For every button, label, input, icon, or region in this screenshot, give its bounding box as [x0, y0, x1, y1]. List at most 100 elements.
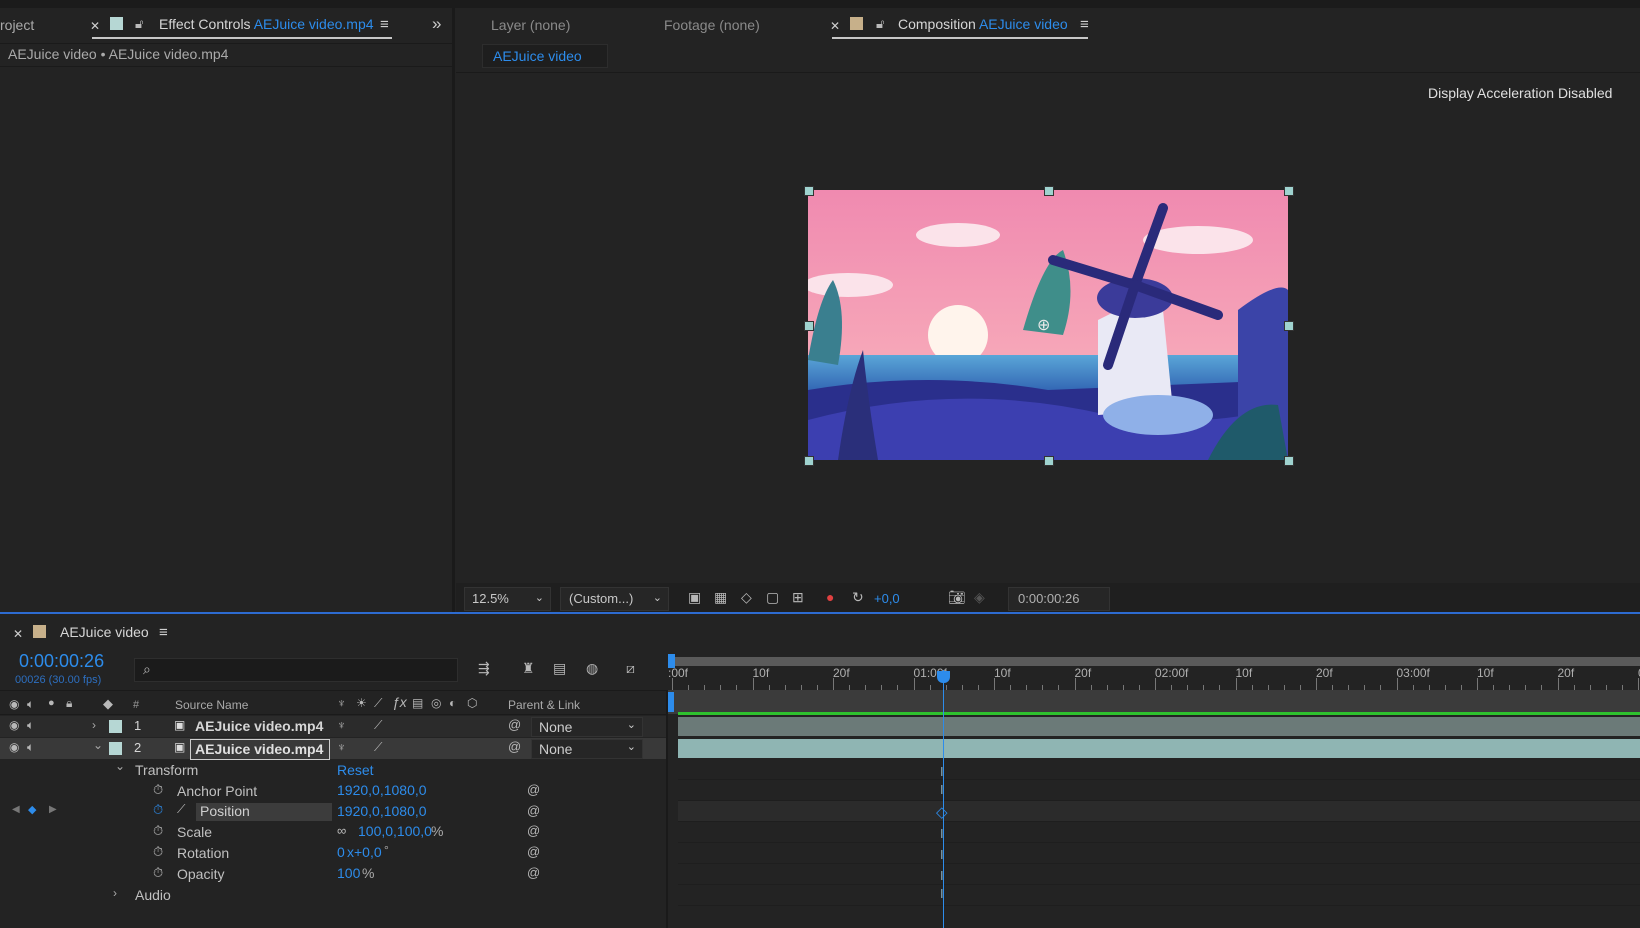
- stopwatch-icon[interactable]: ⏱︎: [153, 865, 163, 881]
- current-time-display[interactable]: 0:00:00:26: [19, 651, 104, 672]
- time-ruler[interactable]: :00f 10f 20f 01:00f 10f 20f 02:00f 10f 20f 03:00f…: [668, 666, 1640, 690]
- grid-guides-icon[interactable]: ⊞: [792, 589, 804, 606]
- reset-exposure-icon[interactable]: ↻: [852, 589, 864, 606]
- transform-handle[interactable]: [1284, 456, 1294, 466]
- close-icon[interactable]: ✕: [830, 19, 840, 33]
- mask-visibility-icon[interactable]: ◇: [741, 589, 752, 606]
- expression-pickwhip-icon[interactable]: @: [527, 865, 540, 880]
- expression-pickwhip-icon[interactable]: @: [527, 803, 540, 818]
- quality-icon[interactable]: ⟋: [374, 696, 382, 711]
- next-keyframe-icon[interactable]: ▶: [49, 804, 57, 815]
- stopwatch-active-icon[interactable]: ⏱︎: [153, 802, 163, 818]
- expression-pickwhip-icon[interactable]: @: [527, 782, 540, 797]
- graph-editor-icon[interactable]: ⧄: [626, 660, 635, 677]
- current-time-field[interactable]: 0:00:00:26: [1008, 587, 1110, 611]
- transform-reset-link[interactable]: Reset: [337, 762, 374, 778]
- label-color-swatch[interactable]: [109, 742, 122, 755]
- zoom-dropdown[interactable]: 12.5% ⌄: [464, 587, 551, 611]
- graph-icon[interactable]: ⟋: [177, 802, 185, 817]
- pick-whip-icon[interactable]: @: [508, 717, 521, 732]
- region-of-interest-icon[interactable]: ▢: [766, 589, 779, 606]
- close-icon[interactable]: ✕: [90, 19, 100, 33]
- anchor-point-value[interactable]: 1920,0,1080,0: [337, 782, 427, 798]
- position-value[interactable]: 1920,0,1080,0: [337, 803, 427, 819]
- frame-blending-icon[interactable]: ▤: [553, 660, 566, 677]
- prev-keyframe-icon[interactable]: ◀: [12, 804, 20, 815]
- transform-handle[interactable]: [1044, 186, 1054, 196]
- 3d-layer-icon[interactable]: ⬡: [467, 696, 477, 710]
- navigator-start[interactable]: [668, 692, 674, 712]
- quality-switch-icon[interactable]: ⟋: [374, 718, 382, 733]
- panel-menu-icon[interactable]: ≡: [1080, 16, 1089, 33]
- pick-whip-icon[interactable]: @: [508, 739, 521, 754]
- more-panels-icon[interactable]: »: [432, 14, 441, 34]
- constrain-proportions-icon[interactable]: ∞: [337, 823, 346, 838]
- audio-group-label[interactable]: Audio: [135, 887, 171, 903]
- tab-project[interactable]: roject: [0, 17, 34, 33]
- parent-dropdown[interactable]: None ⌄: [531, 717, 643, 737]
- lock-icon[interactable]: 🔓︎: [135, 16, 143, 32]
- transform-handle[interactable]: [804, 186, 814, 196]
- show-snapshot-icon[interactable]: ◈: [974, 589, 985, 606]
- position-keyframe-icon[interactable]: ◇: [936, 803, 948, 821]
- chevron-right-icon[interactable]: ›: [113, 886, 117, 900]
- speaker-icon[interactable]: 🔈︎: [27, 697, 34, 712]
- draft-3d-icon[interactable]: ♜: [522, 660, 535, 677]
- column-source-name-header[interactable]: Source Name: [175, 698, 248, 712]
- scale-value[interactable]: 100,0,100,0: [358, 823, 432, 839]
- add-keyframe-icon[interactable]: ◆: [28, 803, 36, 816]
- rotation-revolutions[interactable]: 0: [337, 844, 345, 860]
- label-tag-icon[interactable]: ◆: [103, 696, 113, 712]
- transform-handle[interactable]: [1284, 321, 1294, 331]
- tab-timeline-comp[interactable]: AEJuice video: [60, 624, 149, 640]
- rotation-degrees[interactable]: x+0,0: [347, 844, 382, 860]
- transform-handle[interactable]: [804, 456, 814, 466]
- shy-switch-icon[interactable]: ♆: [337, 740, 346, 754]
- lock-column-icon[interactable]: 🔒︎: [66, 696, 72, 711]
- lock-icon[interactable]: 🔓︎: [876, 16, 884, 32]
- composition-mini-flowchart-icon[interactable]: ⇶: [478, 660, 490, 677]
- frame-blend-column-icon[interactable]: ▤: [412, 696, 423, 710]
- parent-dropdown[interactable]: None ⌄: [531, 739, 643, 759]
- layer-2-duration-bar[interactable]: [678, 739, 1640, 758]
- transparency-grid-icon[interactable]: ▦: [714, 589, 727, 606]
- transform-handle[interactable]: [1044, 456, 1054, 466]
- expression-pickwhip-icon[interactable]: @: [527, 844, 540, 859]
- stopwatch-icon[interactable]: ⏱︎: [153, 823, 163, 839]
- close-icon[interactable]: ✕: [13, 627, 23, 641]
- speaker-icon[interactable]: 🔈︎: [27, 740, 34, 755]
- opacity-value[interactable]: 100: [337, 865, 360, 881]
- layer-1-duration-bar[interactable]: [678, 717, 1640, 736]
- layer-search-input[interactable]: ⌕: [134, 658, 458, 682]
- fx-icon[interactable]: ƒx: [392, 694, 407, 710]
- chevron-down-icon[interactable]: ⌄: [93, 738, 103, 752]
- transform-handle[interactable]: [804, 321, 814, 331]
- eye-icon[interactable]: ◉: [9, 718, 19, 732]
- composition-frame[interactable]: ⊕: [803, 186, 1294, 466]
- anchor-point-icon[interactable]: ⊕: [1037, 315, 1050, 335]
- channels-icon[interactable]: ●: [826, 589, 834, 605]
- fast-previews-icon[interactable]: ▣: [688, 589, 701, 606]
- speaker-icon[interactable]: 🔈︎: [27, 718, 34, 733]
- quality-switch-icon[interactable]: ⟋: [374, 740, 382, 755]
- eye-icon[interactable]: ◉: [9, 697, 19, 711]
- shy-switch-icon[interactable]: ♆: [337, 718, 346, 732]
- stopwatch-icon[interactable]: ⏱︎: [153, 782, 163, 798]
- layer-name[interactable]: AEJuice video.mp4: [195, 718, 323, 734]
- tab-layer[interactable]: Layer (none): [491, 17, 570, 33]
- panel-menu-icon[interactable]: ≡: [380, 16, 389, 33]
- chevron-down-icon[interactable]: ⌄: [115, 759, 125, 773]
- expression-pickwhip-icon[interactable]: @: [527, 823, 540, 838]
- transform-handle[interactable]: [1284, 186, 1294, 196]
- transform-group-label[interactable]: Transform: [135, 762, 198, 778]
- tab-composition[interactable]: Composition AEJuice video: [898, 16, 1068, 32]
- motion-blur-column-icon[interactable]: ◎: [431, 696, 441, 710]
- shy-icon[interactable]: ♆: [337, 696, 346, 710]
- adjustment-layer-icon[interactable]: ◐: [449, 696, 456, 710]
- label-color-swatch[interactable]: [109, 720, 122, 733]
- collapse-transform-icon[interactable]: ☀: [356, 696, 367, 710]
- position-label-selected[interactable]: Position: [196, 803, 332, 821]
- tab-effect-controls[interactable]: Effect Controls AEJuice video.mp4: [159, 16, 374, 32]
- search-field[interactable]: [161, 660, 455, 680]
- solo-icon[interactable]: ●: [48, 697, 55, 709]
